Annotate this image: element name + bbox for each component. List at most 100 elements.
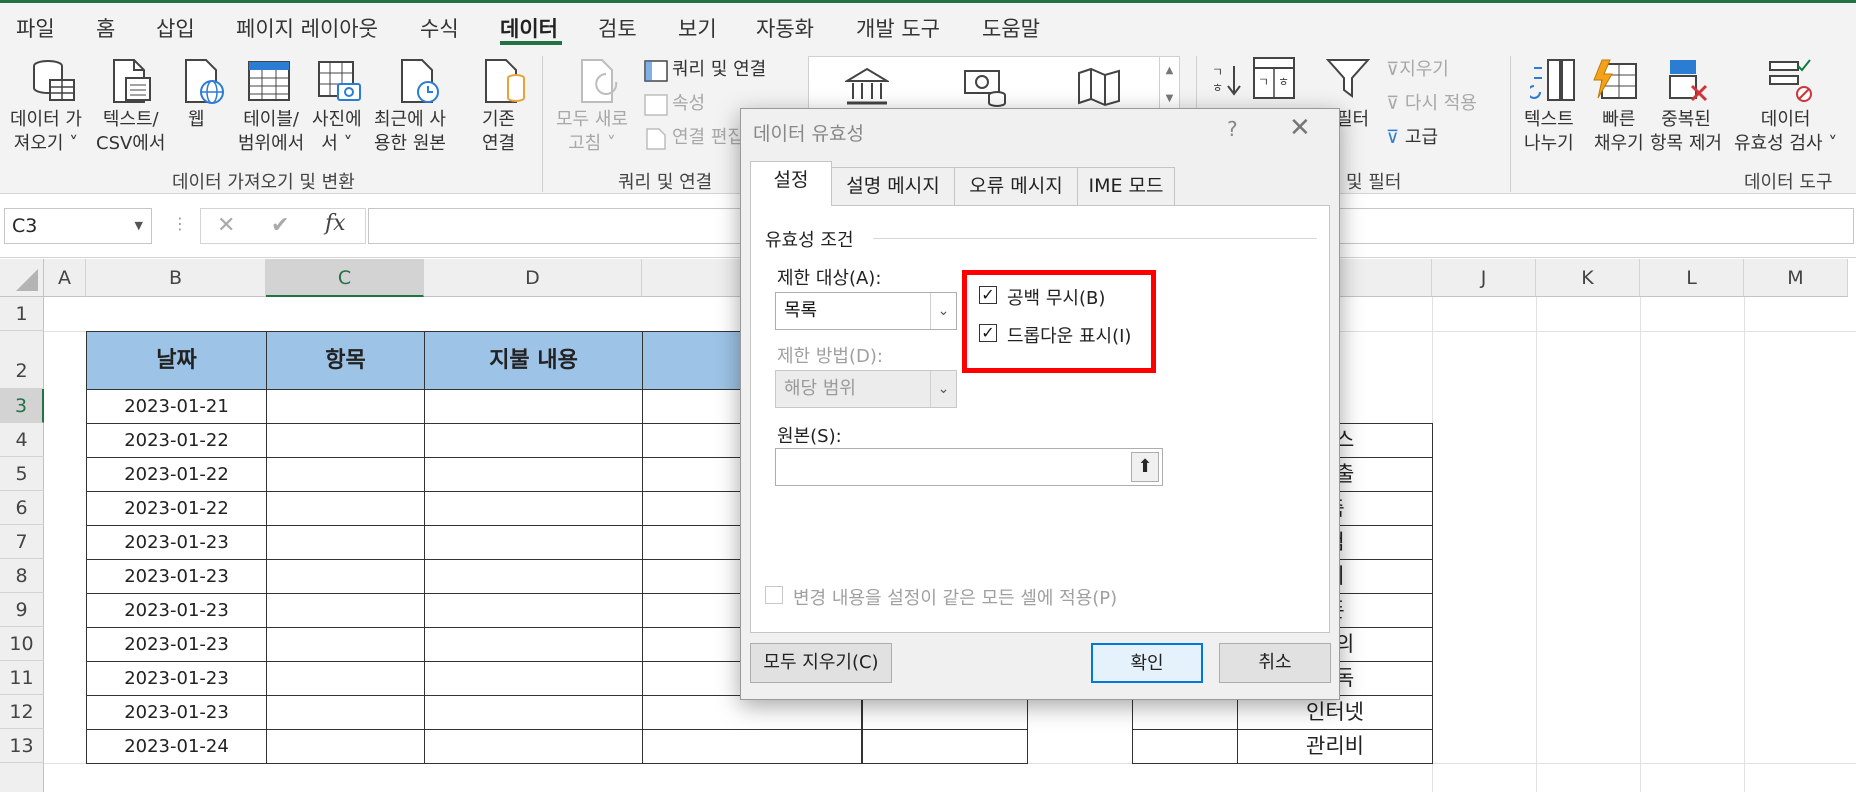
flash-fill-button[interactable]: 빠른 채우기: [1594, 108, 1644, 156]
ok-button[interactable]: 확인: [1091, 643, 1203, 683]
column-header-c[interactable]: C: [266, 259, 424, 297]
table-cell[interactable]: [424, 661, 643, 696]
chevron-down-icon[interactable]: ⌄: [930, 293, 956, 329]
column-header-b[interactable]: B: [86, 259, 266, 297]
date-cell[interactable]: 2023-01-23: [86, 695, 267, 730]
row-header-12[interactable]: 12: [0, 695, 44, 729]
row-header-14[interactable]: [0, 763, 44, 792]
row-header-2[interactable]: 2: [0, 331, 44, 389]
insert-function-icon[interactable]: fx: [325, 211, 346, 236]
table-cell[interactable]: [266, 695, 425, 730]
date-cell[interactable]: 2023-01-22: [86, 491, 267, 526]
edit-links-button[interactable]: 연결 편집: [672, 126, 744, 150]
date-cell[interactable]: 2023-01-22: [86, 457, 267, 492]
table-cell[interactable]: [424, 627, 643, 662]
chevron-down-icon[interactable]: ▼: [135, 209, 143, 243]
row-header-6[interactable]: 6: [0, 491, 44, 525]
tab-home[interactable]: 홈: [96, 13, 115, 43]
date-cell[interactable]: 2023-01-23: [86, 593, 267, 628]
tab-insert[interactable]: 삽입: [156, 13, 195, 43]
from-text-csv-button[interactable]: 텍스트/ CSV에서: [96, 108, 165, 156]
properties-button[interactable]: 속성: [672, 92, 705, 116]
collapse-dialog-icon[interactable]: ⬆: [1131, 452, 1159, 482]
row-header-13[interactable]: 13: [0, 729, 44, 763]
tab-input-message[interactable]: 설명 메시지: [831, 167, 955, 205]
table-cell[interactable]: [266, 457, 425, 492]
tab-ime-mode[interactable]: IME 모드: [1077, 167, 1175, 205]
name-box[interactable]: C3 ▼: [4, 208, 152, 244]
data-validation-button[interactable]: 데이터 유효성 검사 ˅: [1734, 108, 1837, 156]
tab-developer[interactable]: 개발 도구: [856, 13, 940, 43]
sort-dialog-icon[interactable]: ㄱㅎ: [1252, 56, 1296, 104]
column-header-d[interactable]: D: [424, 259, 642, 297]
reapply-button[interactable]: ⊽ 다시 적용: [1386, 92, 1477, 116]
source-input[interactable]: ⬆: [775, 448, 1163, 486]
table-header-payment[interactable]: 지불 내용: [424, 331, 643, 390]
filter-button[interactable]: 필터: [1336, 108, 1369, 132]
table-cell[interactable]: [424, 525, 643, 560]
row-header-11[interactable]: 11: [0, 661, 44, 695]
date-cell[interactable]: 2023-01-21: [86, 389, 267, 424]
from-picture-button[interactable]: 사진에 서 ˅: [312, 108, 362, 156]
row-header-9[interactable]: 9: [0, 593, 44, 627]
cancel-icon[interactable]: ✕: [217, 213, 235, 238]
sort-icon[interactable]: ㄱㅎ: [1212, 64, 1242, 100]
table-cell[interactable]: [424, 593, 643, 628]
table-cell[interactable]: [642, 695, 862, 730]
table-cell[interactable]: [266, 593, 425, 628]
date-cell[interactable]: 2023-01-23: [86, 525, 267, 560]
queries-connections-button[interactable]: 쿼리 및 연결: [672, 58, 766, 82]
date-cell[interactable]: 2023-01-22: [86, 423, 267, 458]
table-cell[interactable]: [424, 559, 643, 594]
row-header-10[interactable]: 10: [0, 627, 44, 661]
select-all-corner[interactable]: [0, 259, 44, 297]
date-cell[interactable]: 2023-01-23: [86, 661, 267, 696]
tab-formulas[interactable]: 수식: [420, 13, 459, 43]
advanced-filter-button[interactable]: ⊽ 고급: [1386, 126, 1438, 150]
table-cell[interactable]: [642, 729, 862, 764]
list-side-cell[interactable]: [1132, 695, 1238, 730]
row-header-5[interactable]: 5: [0, 457, 44, 491]
help-icon[interactable]: ?: [1227, 117, 1238, 141]
date-cell[interactable]: 2023-01-24: [86, 729, 267, 764]
table-cell[interactable]: [266, 423, 425, 458]
existing-connections-button[interactable]: 기존 연결: [482, 108, 515, 156]
column-header-l[interactable]: L: [1640, 259, 1744, 297]
from-web-button[interactable]: 웹: [188, 108, 205, 132]
apply-all-checkbox[interactable]: [765, 586, 783, 604]
chevron-down-icon[interactable]: ⌄: [930, 371, 956, 407]
table-cell[interactable]: [424, 389, 643, 424]
cancel-button[interactable]: 취소: [1219, 643, 1331, 683]
row-header-8[interactable]: 8: [0, 559, 44, 593]
table-cell[interactable]: [424, 729, 643, 764]
list-side-cell[interactable]: [1132, 729, 1238, 764]
table-cell[interactable]: [424, 695, 643, 730]
row-header-3[interactable]: 3: [0, 389, 44, 423]
list-item-cell[interactable]: 인터넷: [1237, 695, 1433, 730]
table-cell[interactable]: [266, 661, 425, 696]
tab-error-alert[interactable]: 오류 메시지: [954, 167, 1078, 205]
row-header-1[interactable]: 1: [0, 297, 44, 331]
column-header-m[interactable]: M: [1744, 259, 1848, 297]
table-header-item[interactable]: 항목: [266, 331, 425, 390]
tab-page-layout[interactable]: 페이지 레이아웃: [236, 13, 378, 43]
table-cell[interactable]: [266, 389, 425, 424]
row-header-4[interactable]: 4: [0, 423, 44, 457]
date-cell[interactable]: 2023-01-23: [86, 559, 267, 594]
list-item-cell[interactable]: 관리비: [1237, 729, 1433, 764]
text-to-columns-button[interactable]: 텍스트 나누기: [1524, 108, 1574, 156]
clear-all-button[interactable]: 모두 지우기(C): [750, 643, 892, 683]
tab-review[interactable]: 검토: [598, 13, 637, 43]
table-cell[interactable]: [862, 695, 1028, 730]
from-table-range-button[interactable]: 테이블/ 범위에서: [238, 108, 304, 156]
column-header-j[interactable]: J: [1432, 259, 1536, 297]
column-header-a[interactable]: A: [44, 259, 86, 297]
allow-select[interactable]: 목록 ⌄: [775, 292, 957, 330]
tab-data[interactable]: 데이터: [500, 13, 558, 43]
close-icon[interactable]: ✕: [1289, 113, 1311, 143]
column-header-k[interactable]: K: [1536, 259, 1640, 297]
tab-automate[interactable]: 자동화: [756, 13, 814, 43]
row-header-7[interactable]: 7: [0, 525, 44, 559]
table-cell[interactable]: [266, 491, 425, 526]
enter-icon[interactable]: ✔: [271, 213, 289, 238]
